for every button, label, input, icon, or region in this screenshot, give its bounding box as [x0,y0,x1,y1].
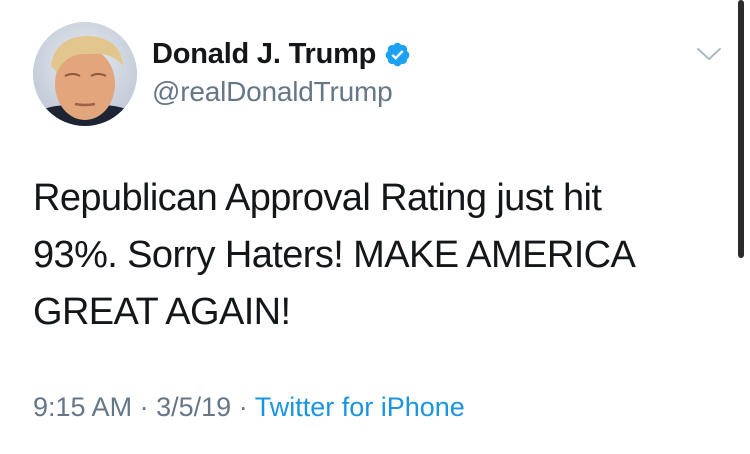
user-handle[interactable]: @realDonaldTrump [152,76,411,108]
scrollbar[interactable] [738,0,744,258]
tweet-time: 9:15 AM [33,392,133,422]
separator: · [238,392,248,422]
tweet-source-link[interactable]: Twitter for iPhone [255,392,465,422]
avatar[interactable] [33,22,137,126]
tweet-text-line: 93%. Sorry Haters! MAKE AMERICA [33,234,636,276]
separator: · [139,392,149,422]
verified-badge-icon [384,41,411,68]
tweet-date[interactable]: 3/5/19 [156,392,231,422]
display-name[interactable]: Donald J. Trump [152,38,376,71]
tweet-card: Donald J. Trump @realDonaldTrump Republi… [0,0,750,454]
tweet-text: Republican Approval Rating just hit 93%.… [33,170,723,341]
user-info: Donald J. Trump @realDonaldTrump [152,36,411,108]
chevron-down-icon[interactable] [695,44,723,64]
tweet-text-line: GREAT AGAIN! [33,291,291,333]
tweet-text-line: Republican Approval Rating just hit [33,177,602,219]
display-name-row: Donald J. Trump [152,36,411,72]
tweet-metadata: 9:15 AM · 3/5/19 · Twitter for iPhone [33,392,465,423]
